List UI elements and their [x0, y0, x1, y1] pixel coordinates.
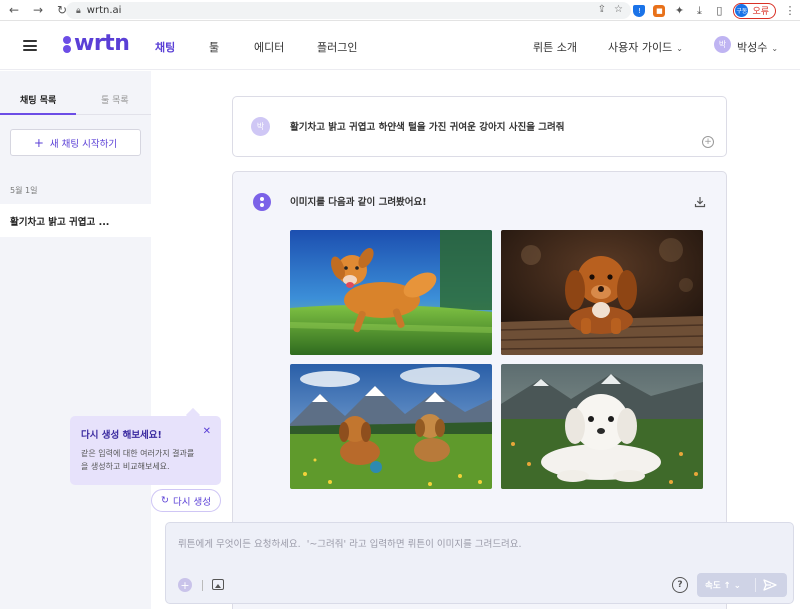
chat-list-item[interactable]: 활기차고 밝고 귀엽고 ...: [0, 204, 151, 237]
active-tab-indicator: [0, 113, 76, 115]
profile-button[interactable]: 구동 오류: [733, 2, 776, 19]
tooltip-title: 다시 생성 해보세요!: [81, 430, 162, 441]
chat-input[interactable]: [178, 536, 778, 554]
tooltip-body-line-1: 같은 입력에 대한 여러가지 결과를: [81, 449, 195, 458]
regenerate-label: 다시 생성: [172, 496, 211, 508]
user-name: 박성수: [737, 41, 768, 54]
speed-selector[interactable]: 속도 ↑ ⌄: [705, 579, 741, 591]
assistant-message-text: 이미지를 다음과 같이 그려봤어요!: [290, 197, 427, 208]
extension-orange-icon[interactable]: ■: [653, 4, 666, 17]
regenerate-tooltip: 다시 생성 해보세요! 같은 입력에 대한 여러가지 결과를 을 생성하고 비교…: [70, 416, 221, 485]
address-bar[interactable]: 🔒︎ wrtn.ai ⇪ ☆: [66, 2, 631, 19]
bookmark-star-icon[interactable]: ☆: [614, 4, 623, 15]
extensions-puzzle-icon[interactable]: ✦: [673, 4, 685, 17]
tab-chat-list[interactable]: 채팅 목록: [20, 93, 56, 106]
tab-tool-list[interactable]: 툴 목록: [101, 93, 129, 106]
tooltip-body-line-2: 을 생성하고 비교해보세요.: [81, 462, 170, 471]
menu-kebab-icon[interactable]: ⋮: [784, 4, 796, 17]
logo-mark-icon: [63, 34, 71, 54]
plus-icon: +: [33, 135, 44, 150]
help-icon[interactable]: ?: [672, 577, 688, 593]
sidebar-tabs: 채팅 목록 툴 목록: [0, 71, 151, 115]
forward-icon[interactable]: →: [31, 3, 45, 17]
user-message: 박 활기차고 밝고 귀엽고 하얀색 털을 가진 귀여운 강아지 사진을 그려줘 …: [232, 96, 727, 157]
regenerate-button[interactable]: ↻ 다시 생성: [151, 489, 221, 512]
chat-input-area: + ? 속도 ↑ ⌄: [165, 522, 794, 604]
nav-about[interactable]: 뤼튼 소개: [533, 39, 577, 55]
send-divider: [755, 578, 756, 592]
add-circle-icon[interactable]: +: [702, 136, 714, 148]
generated-image-1[interactable]: [290, 230, 492, 355]
app-header: wrtn 채팅 툴 에디터 플러그인 뤼튼 소개 사용자 가이드 ⌄ 박 박성수 ⌄: [0, 22, 800, 70]
speed-label: 속도: [705, 581, 721, 591]
address-text: wrtn.ai: [86, 5, 122, 16]
user-message-avatar: 박: [251, 117, 270, 136]
input-divider: [202, 580, 203, 591]
user-message-text: 활기차고 밝고 귀엽고 하얀색 털을 가진 귀여운 강아지 사진을 그려줘: [290, 122, 565, 133]
share-icon[interactable]: ⇪: [598, 4, 606, 15]
generated-image-4[interactable]: [501, 364, 703, 489]
tooltip-body: 같은 입력에 대한 여러가지 결과를 을 생성하고 비교해보세요.: [81, 447, 210, 473]
generated-image-3[interactable]: [290, 364, 492, 489]
send-controls: 속도 ↑ ⌄: [697, 573, 787, 597]
new-chat-button[interactable]: + 새 채팅 시작하기: [10, 129, 141, 156]
chevron-down-icon: ⌄: [676, 44, 683, 53]
profile-status: 오류: [752, 7, 769, 17]
user-menu[interactable]: 박성수 ⌄: [737, 39, 778, 55]
browser-toolbar: ← → ↻ 🔒︎ wrtn.ai ⇪ ☆ ! ■ ✦ ⤓ ▯ 구동 오류 ⋮: [0, 0, 800, 21]
nav-editor[interactable]: 에디터: [254, 39, 284, 55]
image-upload-icon[interactable]: [212, 579, 224, 590]
arrow-up-icon: ↑: [723, 581, 731, 591]
close-icon[interactable]: ✕: [203, 426, 211, 437]
send-icon[interactable]: [762, 578, 778, 592]
user-avatar[interactable]: 박: [714, 36, 731, 53]
nav-tool[interactable]: 툴: [209, 39, 219, 55]
download-icon[interactable]: ⤓: [693, 4, 705, 18]
side-panel-icon[interactable]: ▯: [713, 4, 725, 17]
hamburger-menu-icon[interactable]: [23, 40, 37, 51]
wrtn-logo[interactable]: wrtn: [63, 31, 130, 56]
chevron-down-icon: ⌄: [733, 581, 741, 591]
nav-chat[interactable]: 채팅: [155, 39, 175, 55]
nav-user-guide[interactable]: 사용자 가이드 ⌄: [608, 39, 683, 55]
user-guide-label: 사용자 가이드: [608, 41, 673, 54]
new-chat-label: 새 채팅 시작하기: [49, 138, 118, 150]
chevron-down-icon: ⌄: [771, 44, 779, 53]
extension-shield-icon[interactable]: !: [633, 4, 646, 17]
download-icon[interactable]: [694, 196, 706, 208]
nav-plugin[interactable]: 플러그인: [317, 39, 357, 55]
assistant-avatar-icon: [253, 193, 271, 211]
generated-image-2[interactable]: [501, 230, 703, 355]
sidebar: 채팅 목록 툴 목록 + 새 채팅 시작하기 5월 1일 활기차고 밝고 귀엽고…: [0, 71, 151, 609]
profile-avatar: 구동: [735, 4, 749, 17]
back-icon[interactable]: ←: [7, 3, 21, 17]
plus-circle-icon[interactable]: +: [178, 578, 192, 592]
date-group-label: 5월 1일: [10, 186, 38, 195]
refresh-icon: ↻: [161, 495, 169, 506]
lock-icon: 🔒︎: [76, 5, 81, 16]
